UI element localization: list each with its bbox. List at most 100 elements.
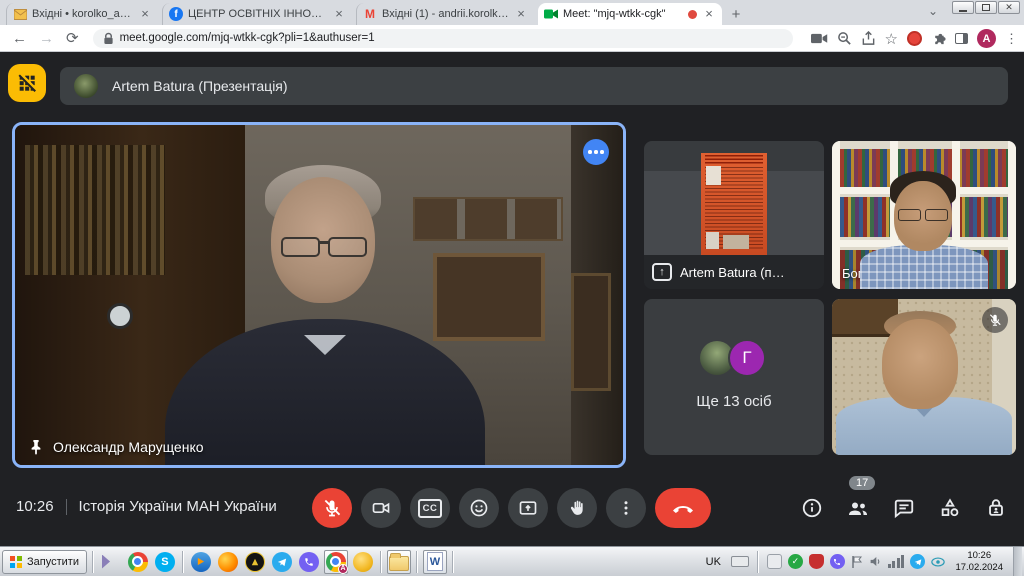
address-bar: ← → ⟳ meet.google.com/mjq-wtkk-cgk?pli=1… — [0, 25, 1024, 52]
new-tab-button[interactable]: + — [726, 5, 746, 25]
mic-toggle-button[interactable] — [312, 488, 352, 528]
tile-options-icon[interactable] — [583, 139, 609, 165]
captions-button[interactable]: CC — [410, 488, 450, 528]
taskbar-separator — [380, 551, 382, 573]
side-panel-icon[interactable] — [955, 33, 968, 44]
tab-title: Вхідні (1) - andrii.korolko@pnu — [382, 8, 509, 20]
recording-indicator-icon — [688, 10, 697, 19]
system-tray: UK ✓ 10:26 — [702, 547, 1022, 576]
windows-taskbar: Запустити S A — [0, 546, 1024, 576]
meeting-details-button[interactable] — [800, 496, 824, 520]
antivirus-tray-icon[interactable]: ✓ — [788, 554, 803, 569]
presentation-label: Artem Batura (п… — [680, 265, 785, 280]
telegram-icon[interactable] — [270, 550, 294, 574]
reload-icon[interactable]: ⟳ — [66, 29, 79, 47]
host-controls-button[interactable] — [984, 496, 1008, 520]
taskbar-clock[interactable]: 10:26 17.02.2024 — [951, 550, 1007, 574]
more-participants-tile[interactable]: Г Ще 13 осіб — [644, 299, 824, 455]
chrome-canary-icon[interactable] — [351, 550, 375, 574]
mic-off-icon — [322, 498, 342, 518]
participant-name: Олександр Марущенко — [53, 439, 204, 455]
zoom-page-icon[interactable] — [837, 31, 852, 46]
tab-close-icon[interactable]: × — [702, 7, 716, 21]
present-icon — [518, 498, 538, 518]
emoji-icon — [469, 498, 489, 518]
browser-menu-icon[interactable]: ⋮ — [1005, 31, 1018, 47]
presentation-tile[interactable]: ↑ Artem Batura (п… — [644, 141, 824, 289]
start-label: Запустити — [27, 556, 79, 568]
clock-date: 17.02.2024 — [955, 562, 1003, 574]
main-video-tile[interactable]: Олександр Марущенко — [12, 122, 626, 468]
clock-time: 10:26 — [955, 550, 1003, 562]
tab-close-icon[interactable]: × — [332, 7, 346, 21]
participant-tile-andrii[interactable]: Андрій Королько — [832, 299, 1016, 455]
leave-call-button[interactable] — [655, 488, 711, 528]
url-text: meet.google.com/mjq-wtkk-cgk?pli=1&authu… — [120, 32, 375, 44]
tab-facebook[interactable]: f ЦЕНТР ОСВІТНІХ ІННОВАЦІЙ | F × — [162, 3, 352, 25]
windows-logo-icon — [10, 556, 22, 568]
viber-icon[interactable] — [297, 550, 321, 574]
reactions-button[interactable] — [459, 488, 499, 528]
kmplayer-icon[interactable] — [99, 550, 123, 574]
maximize-button[interactable] — [975, 1, 997, 14]
info-icon — [801, 497, 823, 519]
adguard-tray-icon[interactable] — [809, 554, 824, 569]
word-document-icon[interactable]: W — [423, 550, 447, 574]
captions-icon: CC — [418, 499, 443, 518]
participant-tile-bohdan[interactable]: Богдан Паска — [832, 141, 1016, 289]
back-icon[interactable]: ← — [12, 30, 27, 47]
minimize-button[interactable] — [952, 1, 974, 14]
language-indicator[interactable]: UK — [702, 554, 725, 570]
facebook-icon: f — [169, 7, 183, 21]
bookmark-star-icon[interactable]: ☆ — [885, 30, 898, 48]
tab-close-icon[interactable]: × — [514, 7, 528, 21]
people-icon — [846, 496, 870, 520]
meeting-panels — [800, 496, 1008, 520]
tab-close-icon[interactable]: × — [138, 7, 152, 21]
adblock-extension-icon[interactable] — [907, 31, 922, 46]
telegram-tray-icon[interactable] — [910, 554, 925, 569]
close-window-button[interactable]: ✕ — [998, 1, 1020, 14]
more-options-button[interactable] — [606, 488, 646, 528]
media-player-icon[interactable] — [189, 550, 213, 574]
call-controls: CC — [312, 488, 711, 528]
chrome-icon[interactable] — [126, 550, 150, 574]
extensions-puzzle-icon[interactable] — [931, 31, 946, 46]
taskbar-separator — [757, 551, 759, 573]
tab-title: ЦЕНТР ОСВІТНІХ ІННОВАЦІЙ | F — [188, 8, 327, 20]
network-tray-icon[interactable] — [888, 555, 905, 568]
raise-hand-button[interactable] — [557, 488, 597, 528]
eye-tray-icon[interactable] — [931, 557, 945, 567]
camera-icon — [371, 498, 391, 518]
volume-tray-icon[interactable] — [869, 555, 882, 568]
tab-ukrnet-mail[interactable]: Вхідні • korolko_andr@ukr.net × — [6, 3, 158, 25]
viber-tray-icon[interactable] — [830, 554, 845, 569]
start-button[interactable]: Запустити — [2, 550, 87, 574]
presentation-banner[interactable]: Artem Batura (Презентація) — [60, 67, 1008, 105]
show-desktop-button[interactable] — [1013, 547, 1022, 576]
tab-search-chevron-icon[interactable]: ⌄ — [928, 4, 938, 18]
camera-toggle-button[interactable] — [361, 488, 401, 528]
skype-icon[interactable]: S — [153, 550, 177, 574]
present-button[interactable] — [508, 488, 548, 528]
forward-icon[interactable]: → — [39, 30, 54, 47]
participants-button[interactable] — [846, 496, 870, 520]
gmail-icon: M — [363, 7, 377, 21]
activities-button[interactable] — [938, 496, 962, 520]
camera-permission-icon[interactable] — [811, 32, 828, 45]
chat-button[interactable] — [892, 496, 916, 520]
flag-tray-icon[interactable] — [851, 555, 863, 569]
tab-gmail[interactable]: M Вхідні (1) - andrii.korolko@pnu × — [356, 3, 534, 25]
aimp-icon[interactable] — [243, 550, 267, 574]
firefox-icon[interactable] — [216, 550, 240, 574]
tab-google-meet[interactable]: Meet: "mjq-wtkk-cgk" × — [538, 3, 722, 25]
presenter-name: Artem Batura (Презентація) — [112, 78, 288, 94]
profile-avatar[interactable]: A — [977, 29, 996, 48]
share-icon[interactable] — [861, 31, 876, 46]
presentation-paused-button[interactable] — [8, 64, 46, 102]
keyboard-layout-icon[interactable] — [731, 556, 749, 567]
url-field[interactable]: meet.google.com/mjq-wtkk-cgk?pli=1&authu… — [93, 29, 793, 48]
file-explorer-icon[interactable] — [387, 550, 411, 574]
chrome-profile-window-icon[interactable]: A — [324, 550, 348, 574]
clipboard-tray-icon[interactable] — [767, 554, 782, 569]
